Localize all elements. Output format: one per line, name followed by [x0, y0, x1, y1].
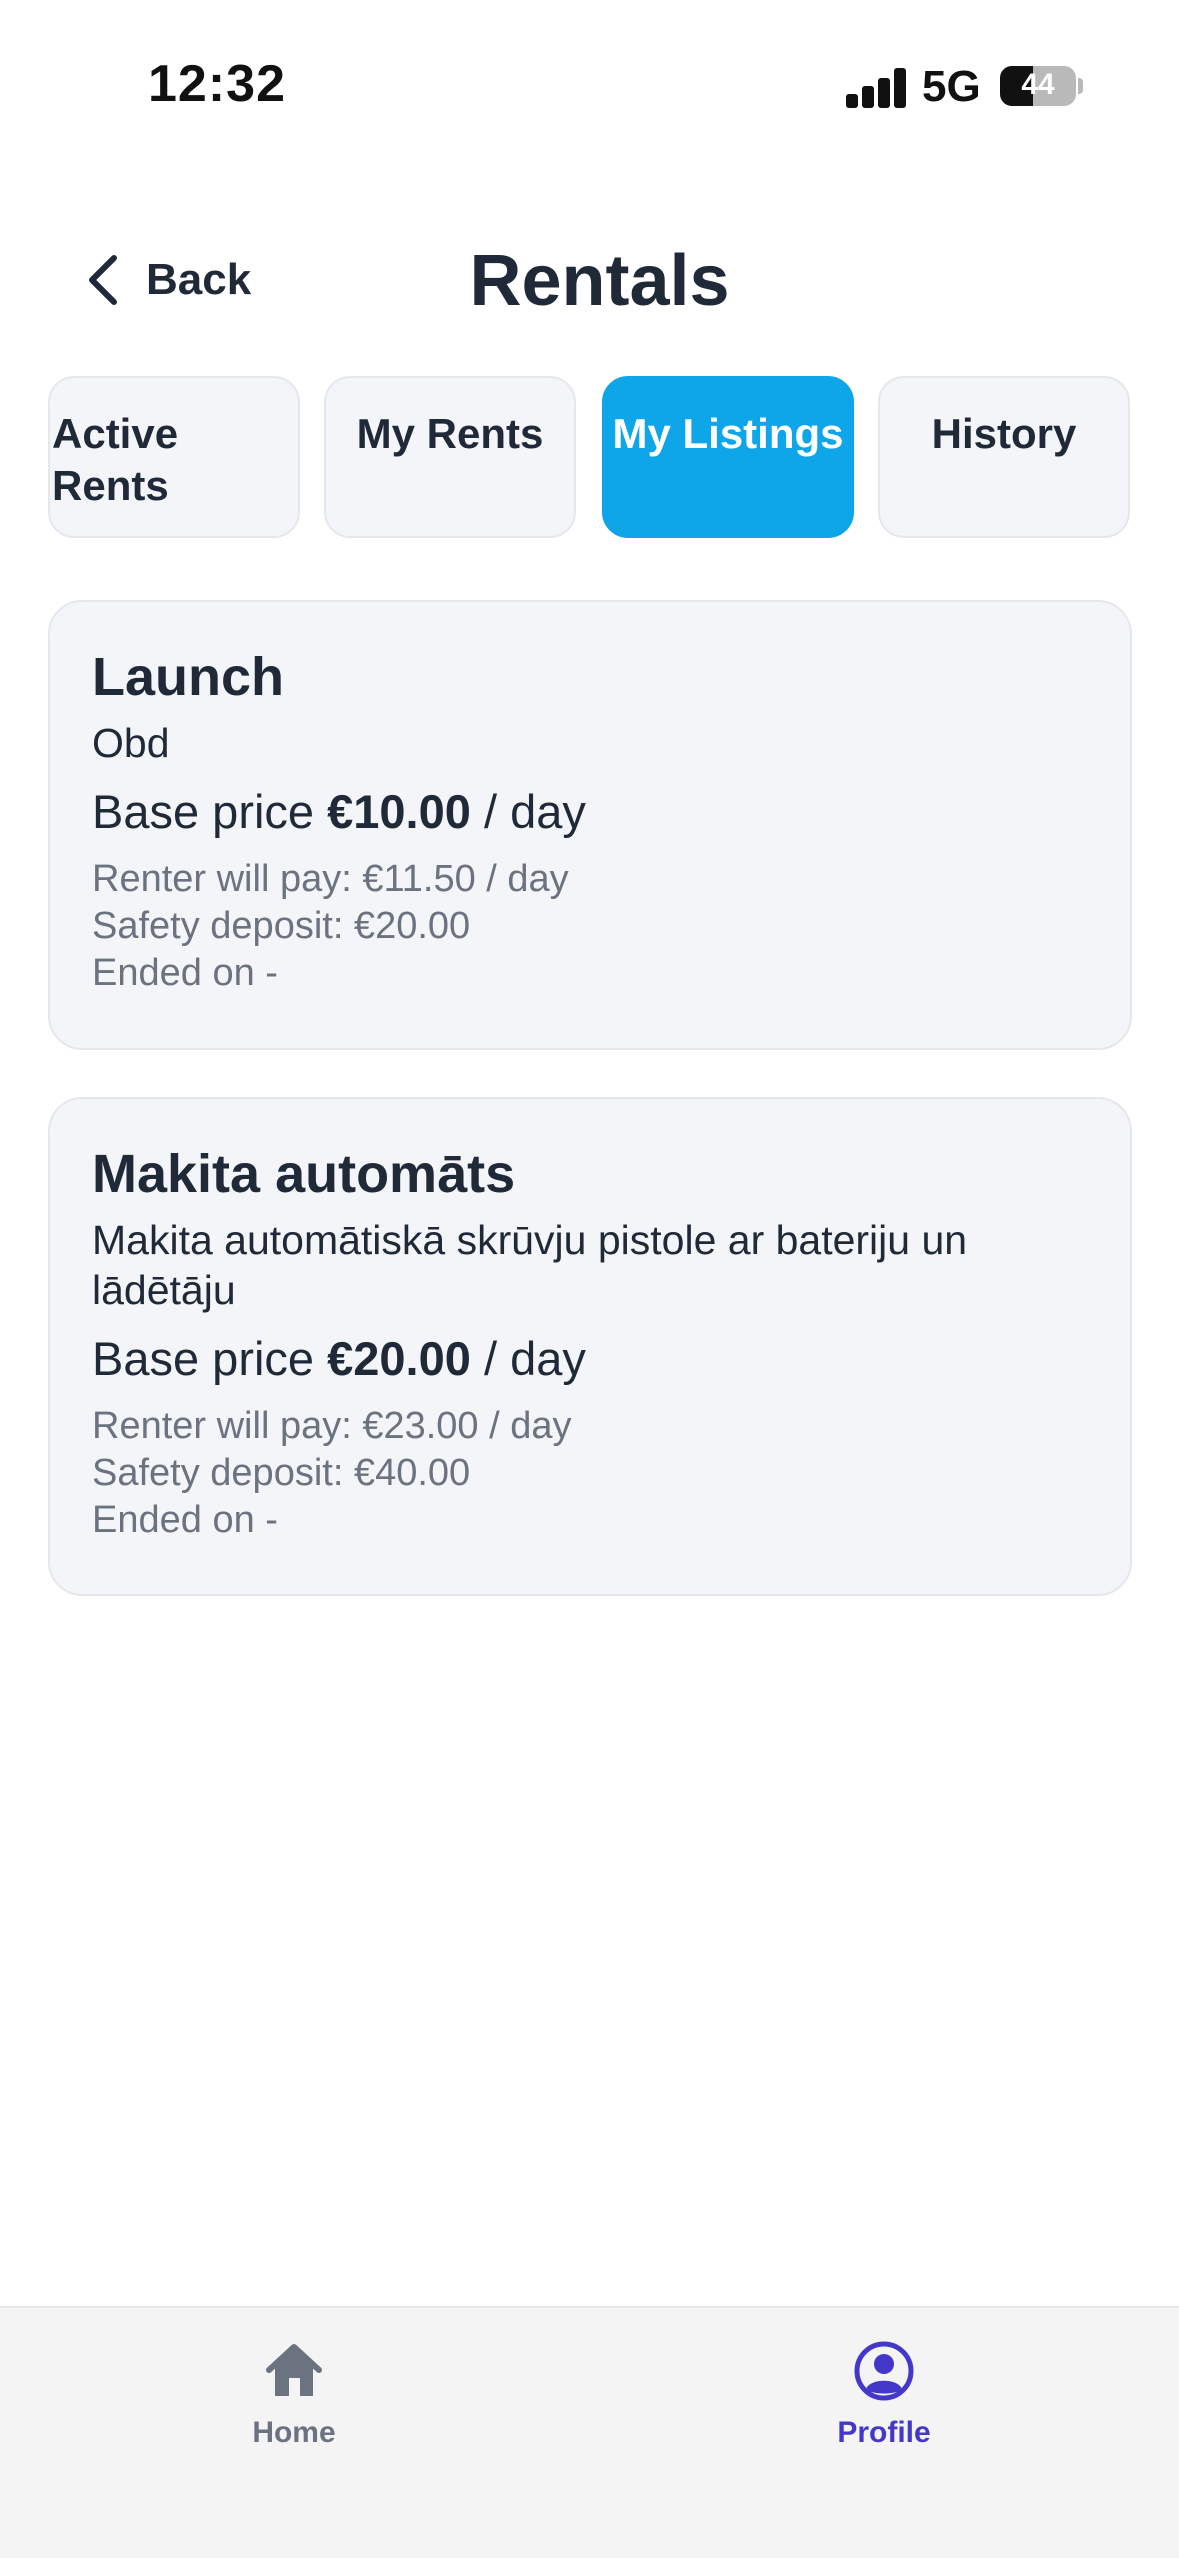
- battery-icon: 44: [1000, 66, 1076, 106]
- battery-tip: [1078, 78, 1083, 94]
- listing-details: Renter will pay: €23.00 / day Safety dep…: [92, 1403, 1088, 1544]
- renter-pays: Renter will pay: €23.00 / day: [92, 1405, 572, 1447]
- ended-on: Ended on -: [92, 1499, 278, 1541]
- listing-card[interactable]: Makita automāts Makita automātiskā skrūv…: [48, 1097, 1132, 1596]
- listing-title: Launch: [92, 647, 285, 707]
- listing-base-price: Base price €20.00 / day: [92, 1329, 1088, 1389]
- price-suffix: / day: [483, 1332, 586, 1385]
- profile-icon: [854, 2341, 914, 2401]
- listing-card[interactable]: Launch Obd Base price €10.00 / day Rente…: [48, 600, 1132, 1050]
- price-prefix: Base price: [92, 1332, 315, 1385]
- tab-my-rents[interactable]: My Rents: [324, 376, 576, 538]
- tab-active-rents[interactable]: Active Rents: [48, 376, 300, 538]
- tab-label: My Listings: [612, 410, 844, 457]
- nav-profile[interactable]: Profile: [784, 2340, 984, 2450]
- rental-tabs: Active Rents My Rents My Listings Histor…: [48, 376, 1132, 540]
- tab-label: History: [931, 410, 1077, 457]
- price-suffix: / day: [483, 785, 586, 838]
- safety-deposit: Safety deposit: €40.00: [92, 1452, 471, 1494]
- safety-deposit: Safety deposit: €20.00: [92, 905, 471, 947]
- price-amount: €10.00: [327, 785, 471, 838]
- battery-percent: 44: [1021, 68, 1055, 101]
- nav-label: Home: [252, 2416, 336, 2449]
- listing-description: Makita automātiskā skrūvju pistole ar ba…: [92, 1217, 968, 1313]
- nav-home[interactable]: Home: [194, 2340, 394, 2450]
- listing-description: Obd: [92, 720, 170, 766]
- listing-base-price: Base price €10.00 / day: [92, 782, 1088, 842]
- price-prefix: Base price: [92, 785, 315, 838]
- status-time: 12:32: [148, 55, 286, 113]
- price-amount: €20.00: [327, 1332, 471, 1385]
- tab-label: Active Rents: [52, 410, 179, 509]
- status-bar: 12:32 5G 44: [0, 0, 1179, 140]
- tab-history[interactable]: History: [878, 376, 1130, 538]
- network-type: 5G: [922, 62, 981, 111]
- listing-details: Renter will pay: €11.50 / day Safety dep…: [92, 856, 1088, 997]
- home-icon: [266, 2344, 322, 2396]
- ended-on: Ended on -: [92, 952, 278, 994]
- tab-label: My Rents: [356, 410, 544, 457]
- page-title: Rentals: [469, 241, 730, 321]
- cellular-signal-icon: [846, 68, 908, 108]
- listing-title: Makita automāts: [92, 1144, 516, 1204]
- renter-pays: Renter will pay: €11.50 / day: [92, 858, 569, 900]
- nav-label: Profile: [837, 2416, 931, 2449]
- bottom-nav: Home Profile: [0, 2306, 1179, 2558]
- tab-my-listings[interactable]: My Listings: [602, 376, 854, 538]
